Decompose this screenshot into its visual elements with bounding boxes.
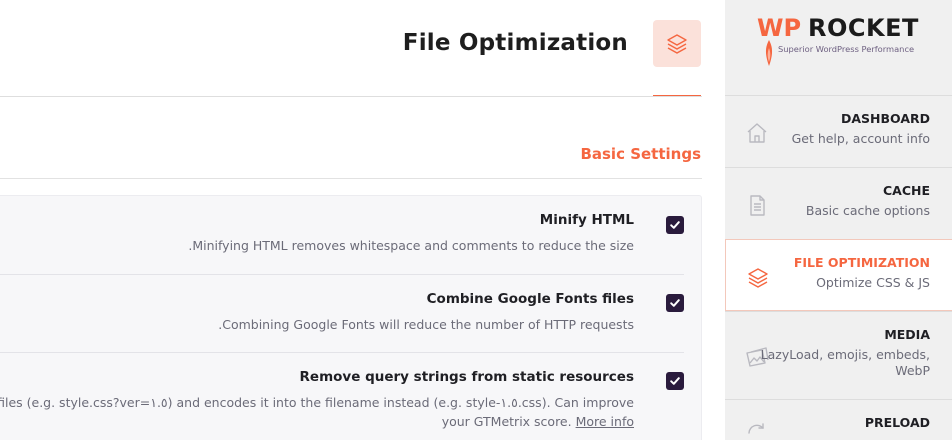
sidebar-item-title: DASHBOARD <box>840 111 930 126</box>
sidebar-item-title: FILE OPTIMIZATION <box>793 255 930 270</box>
setting-description: from static files (e.g. style.css?ver=١.… <box>0 393 634 431</box>
checkmark-icon <box>670 299 680 307</box>
wp-rocket-logo[interactable]: WP ROCKET Superior WordPress Performance <box>757 14 927 74</box>
refresh-icon <box>748 423 764 434</box>
sidebar-item-subtitle: Get help, account info <box>791 131 930 146</box>
setting-description: .Minifying HTML removes whitespace and c… <box>188 238 634 253</box>
setting-description: .Combining Google Fonts will reduce the … <box>218 317 634 332</box>
section-title: Basic Settings <box>580 145 701 163</box>
main-content: File Optimization Basic Settings Minify … <box>0 0 725 440</box>
setting-combine-google-fonts: Combine Google Fonts files .Combining Go… <box>0 275 684 352</box>
app-root: File Optimization Basic Settings Minify … <box>0 0 952 440</box>
rocket-flame-icon <box>765 40 773 66</box>
settings-panel: Minify HTML .Minifying HTML removes whit… <box>0 195 702 440</box>
sidebar-item-preload[interactable]: PRELOAD <box>725 399 952 440</box>
more-info-link[interactable]: More info <box>576 414 634 429</box>
page-title-icon-box <box>653 20 701 67</box>
header-divider <box>0 96 702 97</box>
logo-tagline: Superior WordPress Performance <box>778 44 915 54</box>
sidebar-item-file-optimization[interactable]: FILE OPTIMIZATION Optimize CSS & JS <box>725 239 952 311</box>
layers-icon <box>667 33 687 54</box>
sidebar-item-title: MEDIA <box>884 327 930 342</box>
remove-query-strings-checkbox[interactable] <box>666 372 684 390</box>
setting-title: Combine Google Fonts files <box>426 291 634 307</box>
sidebar-item-title: PRELOAD <box>864 415 930 430</box>
sidebar: WP ROCKET Superior WordPress Performance… <box>725 0 952 440</box>
sidebar-item-cache[interactable]: CACHE Basic cache options <box>725 167 952 239</box>
sidebar-item-subtitle: LazyLoad, emojis, embeds, WebP <box>760 347 930 378</box>
setting-description-line2: your GTMetrix score. More info <box>0 412 634 431</box>
minify-html-checkbox[interactable] <box>666 216 684 234</box>
logo-rocket-text: ROCKET <box>808 14 919 42</box>
logo-wp-text: WP <box>757 14 802 42</box>
page-title: File Optimization <box>402 30 628 56</box>
setting-remove-query-strings: Remove query strings from static resourc… <box>0 353 684 440</box>
sidebar-item-title: CACHE <box>882 183 930 198</box>
setting-minify-html: Minify HTML .Minifying HTML removes whit… <box>0 196 684 274</box>
setting-description-line1: from static files (e.g. style.css?ver=١.… <box>0 395 634 410</box>
sidebar-item-subtitle: Optimize CSS & JS <box>816 275 930 290</box>
setting-description-line2-text: your GTMetrix score. <box>441 414 572 429</box>
sidebar-item-dashboard[interactable]: DASHBOARD Get help, account info <box>725 95 952 167</box>
section-divider <box>0 178 702 179</box>
checkmark-icon <box>670 377 680 385</box>
sidebar-item-subtitle: Basic cache options <box>805 203 930 218</box>
sidebar-item-media[interactable]: MEDIA LazyLoad, emojis, embeds, WebP <box>725 311 952 399</box>
setting-title: Minify HTML <box>539 212 634 228</box>
setting-title: Remove query strings from static resourc… <box>299 369 634 385</box>
checkmark-icon <box>670 221 680 229</box>
combine-google-fonts-checkbox[interactable] <box>666 294 684 312</box>
